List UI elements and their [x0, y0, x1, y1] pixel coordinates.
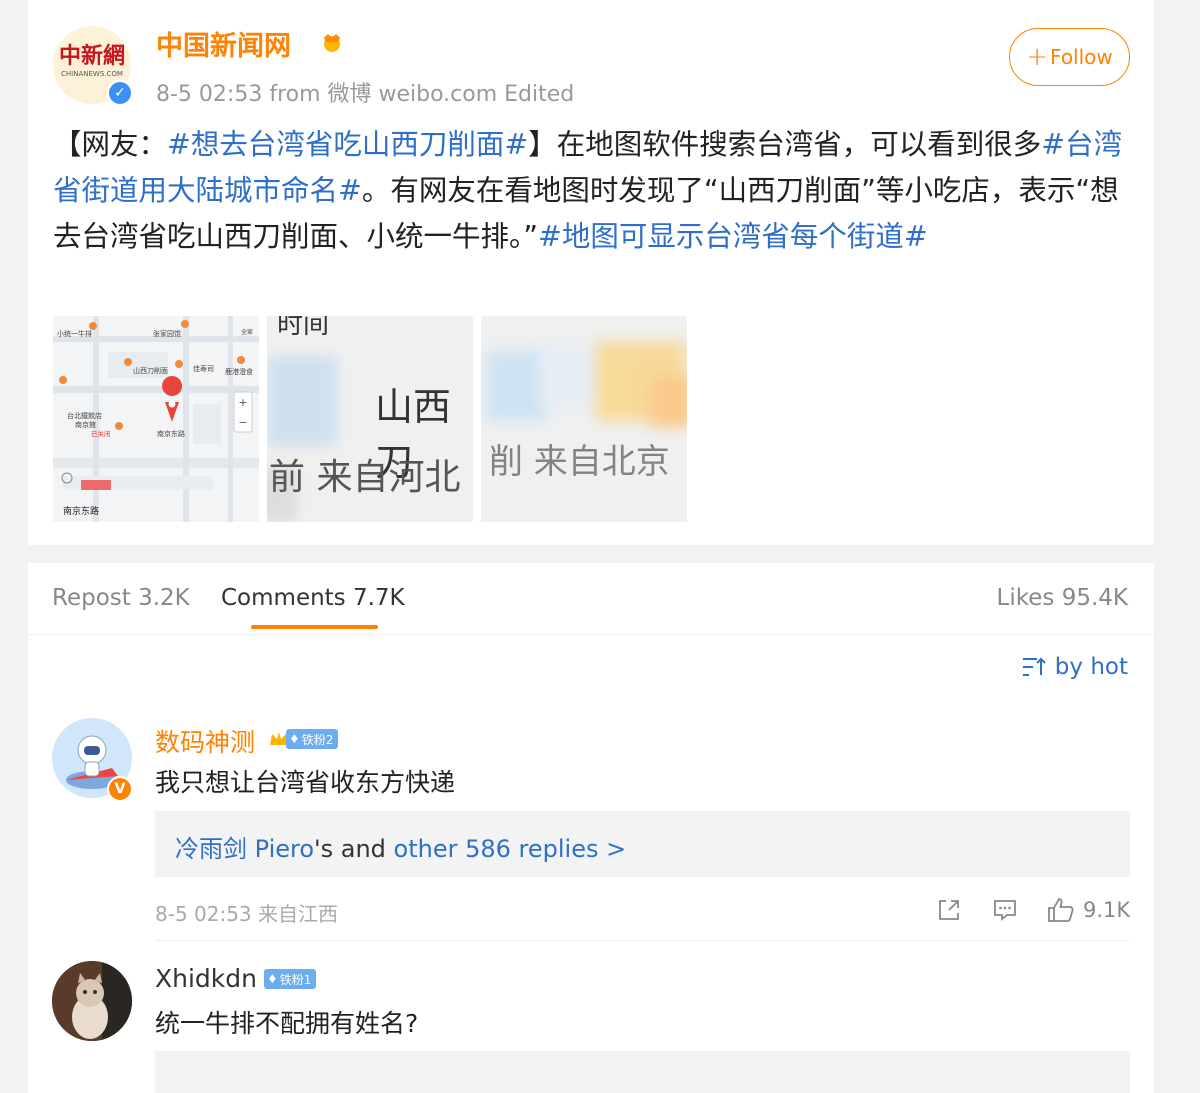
comment-meta: 8-5 02:53 来自江西 [155, 902, 339, 926]
post-text-part: 【网友： [53, 128, 168, 161]
tab-repost[interactable]: Repost 3.2K [52, 585, 190, 611]
reply-user-link[interactable]: 冷雨剑 Piero [175, 835, 314, 863]
post-meta: 8-5 02:53 from 微博 weibo.com Edited [156, 82, 575, 107]
image-3-text-bottom: 削 来自北京 [489, 442, 670, 482]
replies-summary: 冷雨剑 Piero's and other 586 replies > [175, 829, 626, 864]
fan-badge-icon: ♦ [267, 972, 278, 986]
sort-button[interactable]: by hot [1021, 654, 1128, 680]
image-2-text-top: 时间 [277, 316, 330, 340]
map-label: 山西刀削面 [133, 366, 168, 375]
map-label: 台北鐵飲店 [67, 411, 102, 420]
active-tab-indicator [251, 625, 378, 629]
commenter-name[interactable]: 数码神测 [155, 723, 255, 759]
comment-button[interactable] [992, 897, 1018, 923]
gold-badge-icon [324, 34, 340, 52]
map-label: 南京东路 [63, 505, 99, 517]
fan-badge-label: 铁粉1 [279, 972, 312, 987]
fan-badge-label: 铁粉2 [301, 732, 334, 747]
commenter-name[interactable]: Xhidkdn [155, 964, 257, 993]
svg-text:−: − [238, 416, 247, 429]
verified-badge-icon: ✓ [107, 80, 133, 106]
avatar-logo-subtext: CHINANEWS.COM [61, 70, 123, 78]
post-image-2[interactable]: 时间 山西刀 前 来自河北 [267, 316, 473, 522]
cat-avatar-graphic [52, 961, 132, 1041]
map-label: 佳寿司 [193, 364, 214, 373]
avatar-logo-text: 中新網 [58, 43, 125, 69]
blur-block [651, 376, 687, 426]
tab-comments[interactable]: Comments 7.7K [221, 585, 405, 611]
blur-block [486, 351, 546, 421]
tab-bar: Repost 3.2K Comments 7.7K Likes 95.4K [28, 563, 1154, 635]
verified-badge-icon: V [107, 776, 133, 802]
topic-link[interactable]: #想去台湾省吃山西刀削面# [167, 128, 528, 161]
map-graphic: + − 小统一牛排 张家园馄 全家 山西刀削面 佳寿司 鹿港澄食 台北鐵飲店 南… [53, 316, 259, 522]
tab-likes[interactable]: Likes 95.4K [997, 585, 1128, 611]
map-label: 鹿港澄食 [225, 367, 253, 376]
comment-text: 统一牛排不配拥有姓名? [155, 1009, 419, 1038]
post-text-part: 】在地图软件搜索台湾省，可以看到很多 [528, 128, 1042, 161]
comment-divider [155, 940, 1130, 941]
topic-link[interactable]: #地图可显示台湾省每个街道# [538, 220, 928, 253]
comment-text: 我只想让台湾省收东方快递 [155, 768, 456, 797]
map-label: 南京館 [75, 420, 96, 429]
map-label: 已关闭 [91, 429, 111, 438]
like-button[interactable]: 9.1K [1047, 897, 1130, 923]
fan-badge: ♦ 铁粉1 [264, 969, 317, 989]
author-name[interactable]: 中国新闻网 [156, 24, 291, 63]
blur-block [267, 356, 337, 446]
commenter-avatar[interactable] [52, 961, 132, 1041]
fan-badge-icon: ♦ [289, 732, 300, 746]
comment-icon [994, 900, 1016, 921]
comments-card: Repost 3.2K Comments 7.7K Likes 95.4K by… [28, 563, 1154, 1093]
map-label: 小统一牛排 [57, 329, 92, 338]
map-label: 张家园馄 [153, 329, 181, 338]
post-image-map[interactable]: + − 小统一牛排 张家园馄 全家 山西刀削面 佳寿司 鹿港澄食 台北鐵飲店 南… [53, 316, 259, 522]
svg-text:+: + [238, 396, 247, 409]
post-text: 【网友：#想去台湾省吃山西刀削面#】在地图软件搜索台湾省，可以看到很多#台湾省街… [53, 122, 1133, 260]
replies-preview[interactable]: 冷雨剑 Piero's and other 586 replies > [155, 811, 1130, 877]
fan-badge: ♦ 铁粉2 [286, 729, 339, 749]
more-replies-link[interactable]: other 586 replies > [394, 835, 627, 863]
image-2-text-bottom: 前 来自河北 [269, 457, 461, 498]
post-card: 中新網 CHINANEWS.COM ✓ 中国新闻网 8-5 02:53 from… [28, 0, 1154, 545]
map-label: 南京东路 [157, 429, 185, 438]
like-icon [1048, 898, 1074, 922]
replies-preview[interactable] [155, 1051, 1130, 1093]
share-button[interactable] [936, 897, 962, 923]
share-icon [939, 900, 959, 920]
follow-label: Follow [1050, 45, 1113, 69]
plus-icon: + [1026, 42, 1049, 72]
replies-connector: 's and [314, 835, 394, 863]
post-image-3[interactable]: 削 来自北京 [481, 316, 687, 522]
sort-icon [1022, 657, 1046, 676]
blur-block [541, 346, 601, 406]
follow-button[interactable]: + Follow [1009, 28, 1130, 86]
like-count: 9.1K [1083, 898, 1131, 922]
map-label: 全家 [241, 328, 253, 336]
sort-label: by hot [1054, 654, 1128, 680]
